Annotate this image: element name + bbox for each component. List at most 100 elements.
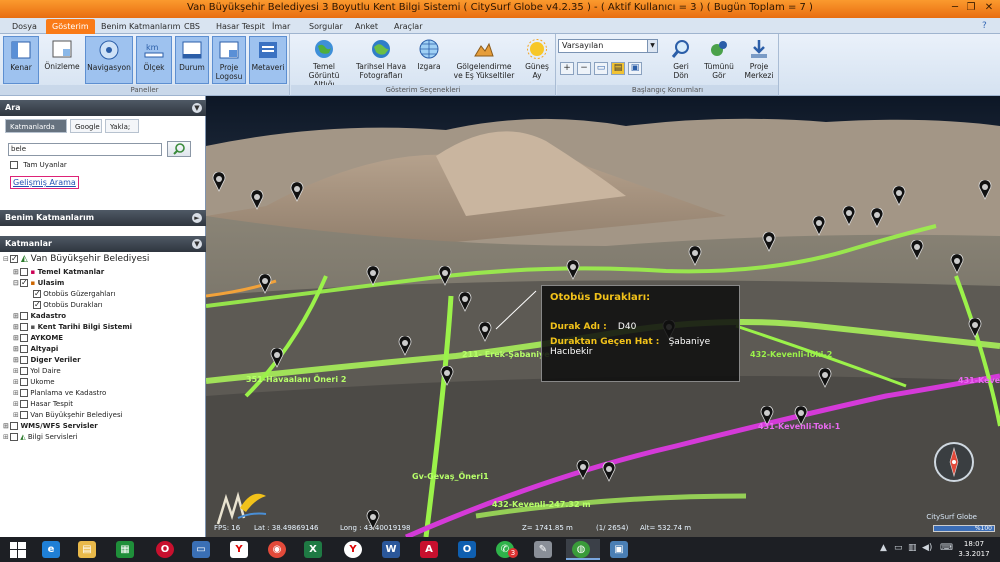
bus-stop-marker[interactable] [812, 216, 826, 236]
tray-expand-icon[interactable]: ▲ [880, 543, 887, 553]
bus-stop-marker[interactable] [968, 318, 982, 338]
add-location-button[interactable]: + [560, 62, 574, 75]
taskbar-ie[interactable]: e [36, 539, 66, 560]
tab-dosya[interactable]: Dosya [6, 19, 43, 34]
metaveri-button[interactable]: Metaveri [249, 36, 287, 84]
taskbar-paint[interactable]: ✎ [528, 539, 558, 560]
tree-checkbox[interactable] [33, 288, 41, 299]
tree-checkbox[interactable] [20, 389, 28, 397]
proje-logosu-button[interactable]: Proje Logosu [212, 36, 246, 84]
bus-stop-marker[interactable] [212, 172, 226, 192]
golgelendirme-button[interactable]: Gölgelendirme ve Eş Yükseltiler [451, 36, 517, 84]
tab-hasar-tespit[interactable]: Hasar Tespit [210, 19, 271, 34]
taskbar-store[interactable]: ▦ [110, 539, 140, 560]
bus-stop-marker[interactable] [762, 232, 776, 252]
taskbar-opera[interactable]: O [150, 539, 180, 560]
chevron-down-icon[interactable]: ▼ [647, 40, 657, 52]
tab-araclar[interactable]: Araçlar [388, 19, 428, 34]
bus-stop-marker[interactable] [602, 462, 616, 482]
onizleme-button[interactable]: Önizleme [43, 36, 81, 84]
tree-item-hasar[interactable]: ⊞ Hasar Tespit [13, 399, 73, 410]
bus-stop-marker[interactable] [950, 254, 964, 274]
layers-header[interactable]: Katmanlar ▼ [0, 236, 206, 252]
taskbar-photos[interactable]: ▣ [604, 539, 634, 560]
stop-info-popup[interactable]: Otobüs Durakları: Durak Adı : D40 Durakt… [541, 285, 740, 382]
geri-don-button[interactable]: Geri Dön [666, 36, 696, 84]
tree-item-bilgi[interactable]: ⊞ ◭ Bilgi Servisleri [3, 432, 78, 443]
close-icon[interactable]: ✕ [982, 1, 996, 15]
tab-anket[interactable]: Anket [349, 19, 384, 34]
kenar-button[interactable]: Kenar [3, 36, 39, 84]
taskbar-whatsapp[interactable]: ✆ 3 [490, 539, 520, 560]
bus-stop-marker[interactable] [478, 322, 492, 342]
search-input[interactable]: bele [8, 143, 162, 156]
tree-checkbox[interactable] [20, 312, 28, 320]
tree-checkbox[interactable] [10, 422, 18, 430]
tab-imar[interactable]: İmar [266, 19, 296, 34]
tree-item-vbb[interactable]: ⊞ Van Büyükşehir Belediyesi [13, 410, 123, 421]
bus-stop-marker[interactable] [398, 336, 412, 356]
tree-checkbox[interactable] [20, 356, 28, 364]
expand-icon[interactable]: ► [192, 213, 202, 223]
system-clock[interactable]: 18:07 3.3.2017 [954, 539, 994, 559]
bus-stop-marker[interactable] [842, 206, 856, 226]
taskbar-chrome[interactable]: ◉ [262, 539, 292, 560]
navigasyon-button[interactable]: Navigasyon [85, 36, 133, 84]
proje-merkezi-button[interactable]: Proje Merkezi [742, 36, 776, 84]
bus-stop-marker[interactable] [818, 368, 832, 388]
restore-icon[interactable]: ❐ [964, 1, 978, 15]
bus-stop-marker[interactable] [910, 240, 924, 260]
bus-stop-marker[interactable] [258, 274, 272, 294]
tab-gosterim[interactable]: Gösterim [46, 19, 95, 34]
bus-stop-marker[interactable] [366, 266, 380, 286]
start-button[interactable] [4, 539, 34, 560]
tab-sorgular[interactable]: Sorgular [303, 19, 349, 34]
tree-checkbox[interactable] [20, 323, 28, 331]
tarihsel-hava-button[interactable]: Tarihsel Hava Fotografları [355, 36, 407, 84]
bus-stop-marker[interactable] [978, 180, 992, 200]
tree-root[interactable]: ⊟ ◭ Van Büyükşehir Belediyesi [3, 253, 149, 265]
tree-checkbox[interactable] [33, 299, 41, 310]
collapse-icon[interactable]: ▼ [192, 239, 202, 249]
minimize-icon[interactable]: ─ [948, 1, 962, 15]
temel-goruntu-button[interactable]: Temel Görüntü Altlığı [299, 36, 349, 89]
search-panel-header[interactable]: Ara ▼ [0, 100, 206, 116]
advanced-search-link[interactable]: Gelişmiş Arama [10, 176, 79, 189]
tab-cbs[interactable]: CBS [178, 19, 206, 34]
bus-stop-marker[interactable] [458, 292, 472, 312]
bus-stop-marker[interactable] [250, 190, 264, 210]
tree-checkbox[interactable] [20, 277, 28, 288]
bus-stop-marker[interactable] [576, 460, 590, 480]
tree-item-wms[interactable]: ⊞ WMS/WFS Servisler [3, 421, 98, 432]
tree-item-aykome[interactable]: ⊞ AYKOME [13, 333, 63, 344]
battery-icon[interactable]: ▭ [894, 543, 903, 553]
tree-checkbox[interactable] [10, 433, 18, 441]
tree-item-kent-tarihi[interactable]: ⊞ ▪ Kent Tarihi Bilgi Sistemi [13, 322, 132, 333]
keyboard-icon[interactable]: ⌨ [940, 543, 953, 553]
gunes-ay-button[interactable]: Güneş Ay [521, 36, 553, 84]
tree-item-yol-daire[interactable]: ⊞ Yol Daire [13, 366, 61, 377]
tree-checkbox[interactable] [20, 400, 28, 408]
bus-stop-marker[interactable] [870, 208, 884, 228]
tree-checkbox[interactable] [20, 378, 28, 386]
tree-item-altyapi[interactable]: ⊞ Altyapi [13, 344, 58, 355]
tab-benim-katmanlarim[interactable]: Benim Katmanlarım [95, 19, 186, 34]
tree-checkbox[interactable] [20, 367, 28, 375]
bus-stop-marker[interactable] [440, 366, 454, 386]
tab-katmanlarda-ara[interactable]: Katmanlarda Ara [5, 119, 67, 145]
taskbar-acrobat[interactable]: A [414, 539, 444, 560]
bus-stop-marker[interactable] [290, 182, 304, 202]
tree-item-duraklar[interactable]: Otobüs Durakları [33, 299, 103, 311]
tree-item-ukome[interactable]: ⊞ Ukome [13, 377, 55, 388]
tree-checkbox[interactable] [20, 345, 28, 353]
tree-item-diger[interactable]: ⊞ Diger Veriler [13, 355, 81, 366]
taskbar-yandex-browser[interactable]: Y [338, 539, 368, 560]
taskbar-word[interactable]: W [376, 539, 406, 560]
taskbar-citysurf[interactable]: ◍ [566, 539, 600, 560]
durum-button[interactable]: Durum [175, 36, 209, 84]
taskbar-yandex[interactable]: Y [224, 539, 254, 560]
exact-match-checkbox[interactable] [10, 161, 18, 169]
network-icon[interactable]: ▥ [908, 543, 917, 553]
tab-google[interactable]: Google [70, 119, 102, 133]
edit-location-button[interactable]: ▭ [594, 62, 608, 75]
